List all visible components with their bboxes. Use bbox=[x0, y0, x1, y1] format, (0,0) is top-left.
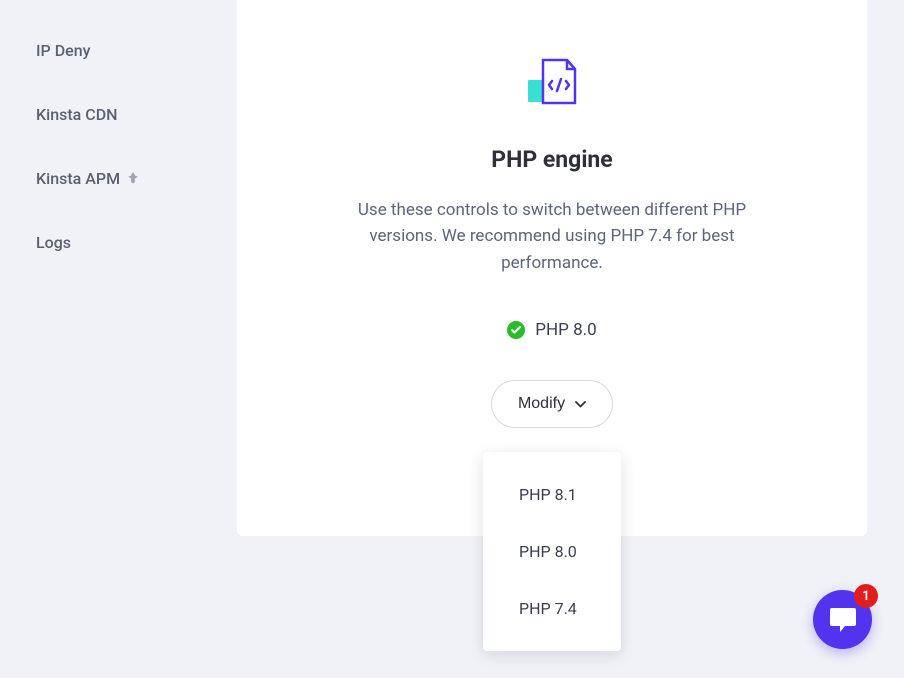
sidebar-item-ip-deny[interactable]: IP Deny bbox=[0, 18, 236, 82]
chevron-down-icon bbox=[575, 401, 586, 408]
sidebar-item-logs[interactable]: Logs bbox=[0, 210, 236, 274]
php-version-dropdown: PHP 8.1 PHP 8.0 PHP 7.4 bbox=[483, 452, 621, 651]
check-circle-icon bbox=[507, 321, 525, 339]
card-title: PHP engine bbox=[491, 146, 612, 173]
chat-icon bbox=[828, 606, 858, 634]
sidebar-item-label: Kinsta APM bbox=[36, 169, 120, 188]
dropdown-item-label: PHP 8.0 bbox=[519, 542, 577, 561]
dropdown-item-php-8-1[interactable]: PHP 8.1 bbox=[483, 466, 621, 523]
dropdown-item-php-8-0[interactable]: PHP 8.0 bbox=[483, 523, 621, 580]
php-status: PHP 8.0 bbox=[507, 320, 596, 340]
php-status-label: PHP 8.0 bbox=[535, 320, 596, 340]
pin-icon bbox=[128, 172, 138, 184]
card-description: Use these controls to switch between dif… bbox=[337, 197, 767, 276]
sidebar-item-label: Kinsta CDN bbox=[36, 105, 118, 124]
php-file-icon bbox=[527, 58, 577, 110]
dropdown-item-label: PHP 8.1 bbox=[519, 485, 577, 504]
sidebar-item-kinsta-cdn[interactable]: Kinsta CDN bbox=[0, 82, 236, 146]
sidebar-item-label: Logs bbox=[36, 233, 71, 252]
chat-badge-count: 1 bbox=[862, 589, 869, 604]
dropdown-item-php-7-4[interactable]: PHP 7.4 bbox=[483, 580, 621, 637]
chat-badge: 1 bbox=[854, 584, 878, 608]
sidebar-item-kinsta-apm[interactable]: Kinsta APM bbox=[0, 146, 236, 210]
modify-button-label: Modify bbox=[518, 395, 565, 413]
chat-button[interactable]: 1 bbox=[813, 590, 872, 649]
sidebar: IP Deny Kinsta CDN Kinsta APM Logs bbox=[0, 0, 236, 274]
dropdown-item-label: PHP 7.4 bbox=[519, 599, 577, 618]
sidebar-item-label: IP Deny bbox=[36, 41, 90, 60]
modify-button[interactable]: Modify bbox=[491, 380, 613, 428]
